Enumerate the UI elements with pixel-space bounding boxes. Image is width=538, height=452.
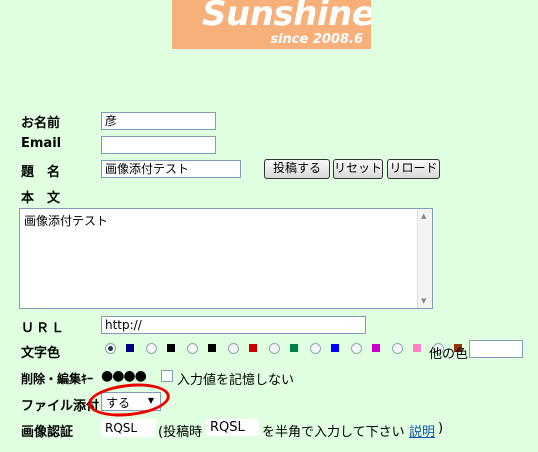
auth-code: RQSL — [206, 419, 259, 436]
scroll-down-icon[interactable]: ▼ — [421, 297, 426, 305]
color-swatch — [413, 344, 421, 352]
color-swatch — [208, 344, 216, 352]
remember-label: 入力値を記憶しない — [177, 373, 295, 388]
logo-title: Sunshine — [202, 0, 371, 34]
reset-button[interactable]: リセット — [333, 159, 383, 179]
color-radio[interactable] — [351, 343, 362, 354]
auth-help-link[interactable]: 説明 — [409, 421, 435, 440]
color-radio[interactable] — [228, 343, 239, 354]
submit-button[interactable]: 投稿する — [264, 159, 330, 179]
color-swatch — [249, 344, 257, 352]
color-swatch — [290, 344, 298, 352]
color-swatch — [331, 344, 339, 352]
subject-label: 題 名 — [21, 165, 61, 180]
email-label: Email — [21, 136, 62, 151]
textarea-scrollbar[interactable]: ▲ ▼ — [417, 209, 432, 308]
color-radio[interactable] — [310, 343, 321, 354]
logo-since: since 2008.6 — [270, 32, 363, 47]
auth-prefix: (投稿時 — [158, 425, 203, 440]
color-label: 文字色 — [21, 346, 61, 361]
scroll-up-icon[interactable]: ▲ — [421, 212, 426, 220]
color-swatch — [167, 344, 175, 352]
color-swatch — [126, 344, 134, 352]
body-textarea[interactable]: 画像添付テスト ▲ ▼ — [19, 208, 433, 309]
body-label: 本 文 — [21, 191, 61, 206]
reload-button[interactable]: リロード — [387, 159, 440, 179]
other-color-field[interactable] — [469, 340, 523, 358]
site-logo: Sunshine since 2008.6 — [172, 0, 371, 49]
color-radio[interactable] — [392, 343, 403, 354]
highlight-circle — [86, 379, 172, 421]
color-radio[interactable] — [187, 343, 198, 354]
color-radio[interactable] — [269, 343, 280, 354]
remember-checkbox[interactable] — [161, 370, 173, 382]
auth-field[interactable]: RQSL — [101, 419, 156, 437]
delkey-field[interactable]: ●●●● — [101, 368, 147, 384]
other-color-label: 他の色 — [429, 347, 469, 362]
auth-suffix: を半角で入力して下さい — [262, 425, 405, 440]
color-radio[interactable] — [146, 343, 157, 354]
name-label: お名前 — [21, 116, 61, 131]
url-field[interactable]: http:// — [101, 316, 366, 334]
body-text: 画像添付テスト — [24, 214, 109, 228]
auth-close: ) — [438, 421, 444, 436]
delkey-label: 削除・編集ｷｰ — [21, 372, 94, 386]
color-swatch — [372, 344, 380, 352]
name-field[interactable]: 彦 — [101, 112, 216, 130]
subject-field[interactable]: 画像添付テスト — [101, 160, 241, 178]
auth-label: 画像認証 — [21, 425, 74, 440]
url-label: ＵＲＬ — [21, 321, 67, 336]
email-field[interactable] — [101, 136, 216, 154]
color-radio[interactable] — [105, 343, 116, 354]
